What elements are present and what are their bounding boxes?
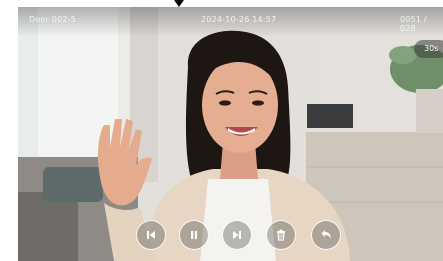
skip-previous-icon bbox=[147, 231, 155, 239]
datetime-label: 2024-10-26 14:57 bbox=[201, 15, 277, 24]
back-button[interactable] bbox=[311, 220, 341, 250]
return-arrow-icon bbox=[321, 230, 331, 239]
countdown-badge: 30s bbox=[414, 40, 443, 58]
intercom-video-screen: Door 002-5 2024-10-26 14:57 0051 / 028 3… bbox=[18, 7, 443, 261]
skip-next-icon bbox=[233, 231, 241, 239]
next-button[interactable] bbox=[222, 220, 252, 250]
pause-button[interactable] bbox=[179, 220, 209, 250]
pointer-marker bbox=[174, 0, 184, 7]
status-bar: Door 002-5 2024-10-26 14:57 0051 / 028 bbox=[18, 7, 443, 37]
delete-button[interactable] bbox=[266, 220, 296, 250]
trash-icon bbox=[277, 229, 285, 241]
record-counter: 0051 / 028 bbox=[400, 15, 427, 33]
door-label: Door 002-5 bbox=[29, 15, 77, 24]
previous-button[interactable] bbox=[136, 220, 166, 250]
pause-icon bbox=[191, 231, 197, 239]
